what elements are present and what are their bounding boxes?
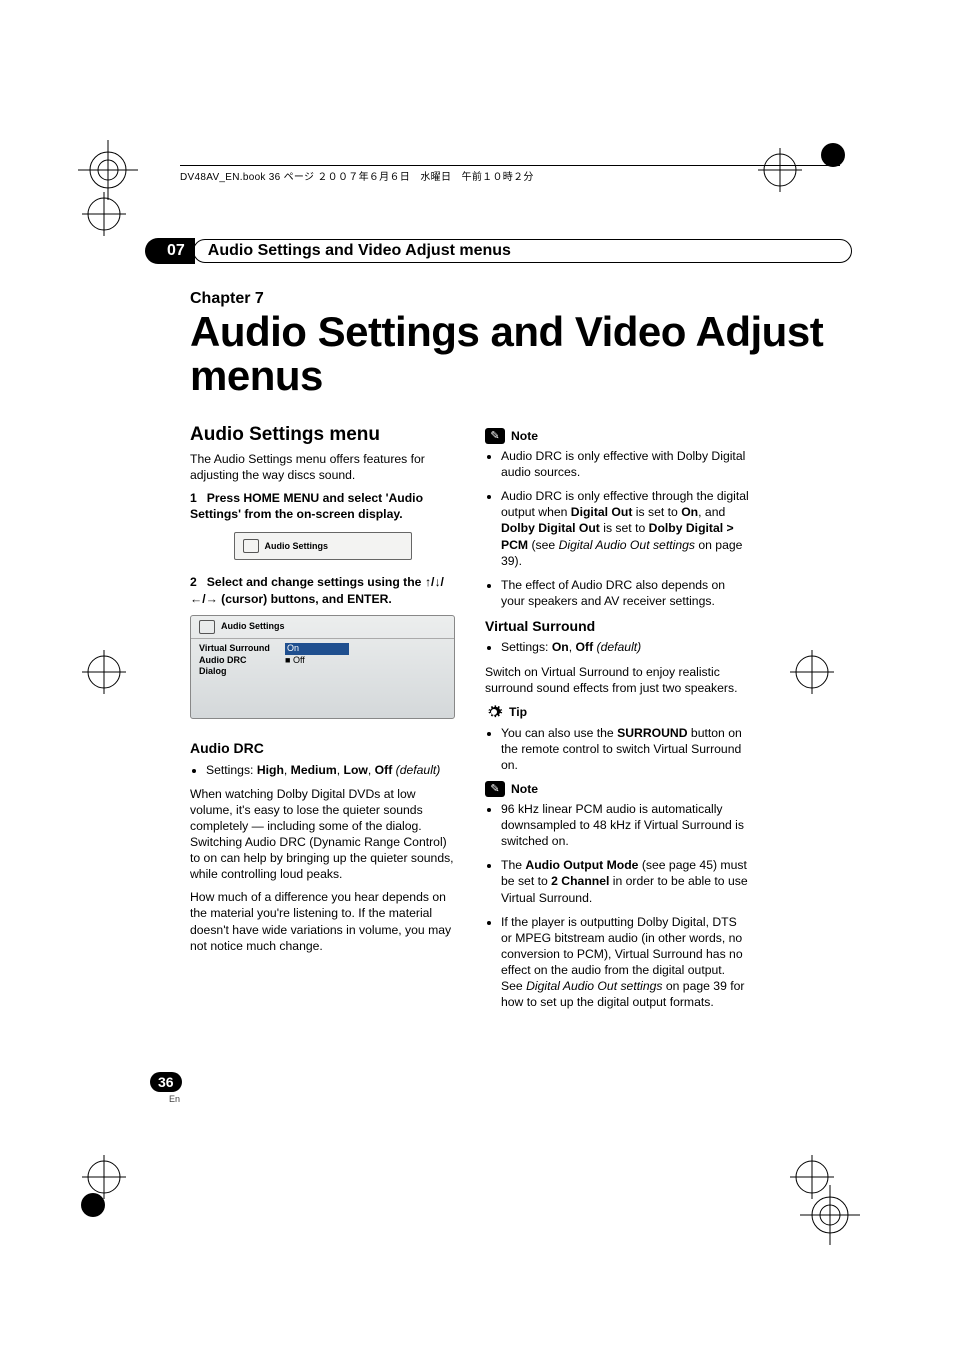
ui-menu-item-audio-settings: Audio Settings bbox=[234, 532, 412, 560]
page-number: 36 bbox=[150, 1072, 182, 1092]
ui-label: Audio Settings bbox=[265, 541, 329, 553]
crosshair-icon bbox=[82, 192, 126, 236]
tip-label: Tip bbox=[509, 704, 527, 720]
list-item: You can also use the SURROUND button on … bbox=[501, 725, 750, 773]
print-mark-icon bbox=[78, 140, 138, 200]
speaker-icon bbox=[199, 620, 215, 634]
table-row: Dialog bbox=[199, 666, 446, 678]
heading-virtual-surround: Virtual Surround bbox=[485, 617, 750, 635]
panel-title: Audio Settings bbox=[221, 621, 285, 633]
chapter-label: Chapter 7 bbox=[190, 290, 954, 308]
speaker-icon bbox=[243, 539, 259, 553]
setting-name: Virtual Surround bbox=[199, 643, 285, 655]
note-label: Note bbox=[511, 428, 538, 444]
list-item: Audio DRC is only effective with Dolby D… bbox=[501, 448, 750, 480]
step-1: 1Press HOME MENU and select 'Audio Setti… bbox=[190, 490, 455, 522]
note-heading: ✎ Note bbox=[485, 428, 750, 444]
body-paragraph: How much of a difference you hear depend… bbox=[190, 889, 455, 953]
list-item: Audio DRC is only effective through the … bbox=[501, 488, 750, 568]
page-footer: 36 En bbox=[150, 1072, 180, 1104]
source-file-header: DV48AV_EN.book 36 ページ ２００７年６月６日 水曜日 午前１０… bbox=[180, 165, 840, 183]
setting-value: ■ Off bbox=[285, 655, 345, 667]
step-number: 2 bbox=[190, 575, 197, 589]
crosshair-icon bbox=[82, 650, 126, 694]
list-item: If the player is outputting Dolby Digita… bbox=[501, 914, 750, 1011]
table-row: Virtual Surround On bbox=[199, 643, 446, 655]
setting-value bbox=[285, 666, 345, 678]
note-heading: ✎ Note bbox=[485, 781, 750, 797]
setting-value: On bbox=[285, 643, 349, 655]
ui-settings-panel: Audio Settings Virtual Surround On Audio… bbox=[190, 615, 455, 720]
step-text: Press HOME MENU and select 'Audio Settin… bbox=[190, 491, 423, 521]
list-item: The Audio Output Mode (see page 45) must… bbox=[501, 857, 750, 905]
settings-line: Settings: On, Off (default) bbox=[501, 639, 750, 655]
note-label: Note bbox=[511, 781, 538, 797]
left-column: Audio Settings menu The Audio Settings m… bbox=[190, 422, 455, 1018]
body-paragraph: When watching Dolby Digital DVDs at low … bbox=[190, 786, 455, 883]
print-mark-icon bbox=[78, 1190, 108, 1220]
page-title: Audio Settings and Video Adjust menus bbox=[190, 310, 954, 398]
print-mark-icon bbox=[800, 1185, 860, 1245]
gear-icon bbox=[485, 703, 503, 721]
heading-audio-settings-menu: Audio Settings menu bbox=[190, 422, 455, 447]
pencil-icon: ✎ bbox=[485, 781, 505, 797]
setting-name: Dialog bbox=[199, 666, 285, 678]
language-code: En bbox=[150, 1094, 180, 1104]
step-text: Select and change settings using the ↑/↓… bbox=[190, 575, 444, 605]
pencil-icon: ✎ bbox=[485, 428, 505, 444]
settings-line: Settings: High, Medium, Low, Off (defaul… bbox=[206, 762, 455, 778]
heading-audio-drc: Audio DRC bbox=[190, 739, 455, 757]
chapter-number-badge: 07 bbox=[145, 238, 195, 264]
step-number: 1 bbox=[190, 491, 197, 505]
table-row: Audio DRC ■ Off bbox=[199, 655, 446, 667]
crosshair-icon bbox=[790, 650, 834, 694]
intro-paragraph: The Audio Settings menu offers features … bbox=[190, 451, 455, 483]
body-paragraph: Switch on Virtual Surround to enjoy real… bbox=[485, 664, 750, 696]
section-title: Audio Settings and Video Adjust menus bbox=[193, 239, 852, 263]
step-2: 2Select and change settings using the ↑/… bbox=[190, 574, 455, 606]
tip-heading: Tip bbox=[485, 703, 750, 721]
list-item: 96 kHz linear PCM audio is automatically… bbox=[501, 801, 750, 849]
list-item: The effect of Audio DRC also depends on … bbox=[501, 577, 750, 609]
setting-name: Audio DRC bbox=[199, 655, 285, 667]
right-column: ✎ Note Audio DRC is only effective with … bbox=[485, 422, 750, 1018]
